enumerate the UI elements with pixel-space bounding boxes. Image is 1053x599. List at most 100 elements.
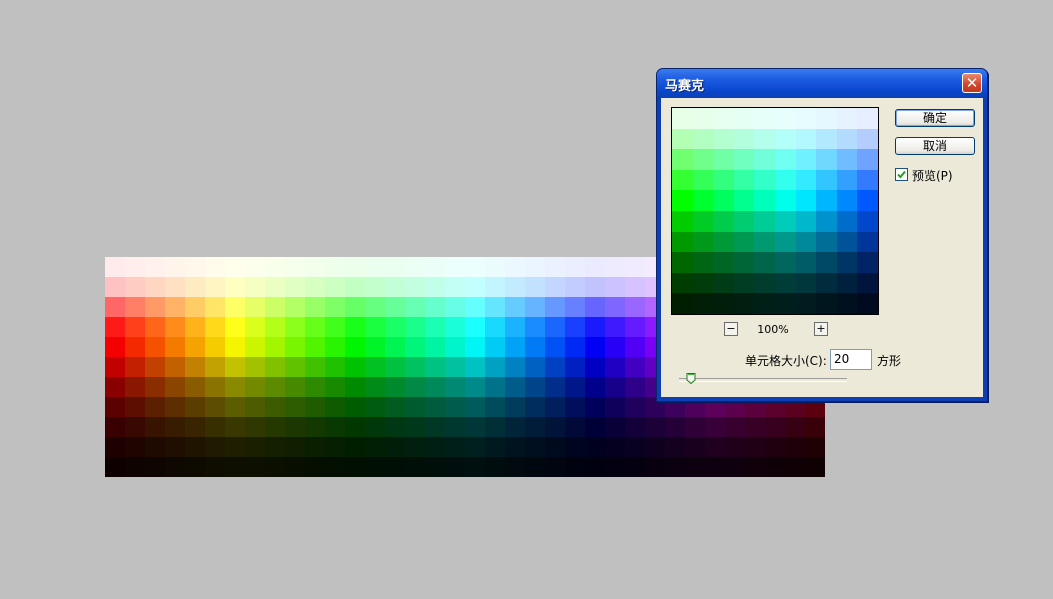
mosaic-cell <box>365 317 385 337</box>
mosaic-cell <box>785 417 805 437</box>
mosaic-cell <box>205 417 225 437</box>
mosaic-cell <box>685 457 705 477</box>
cell-size-input[interactable]: 20 <box>830 349 872 370</box>
mosaic-cell <box>465 357 485 377</box>
preview-cell <box>775 108 796 129</box>
preview-cell <box>733 128 755 150</box>
preview-cell <box>672 252 693 273</box>
preview-cell <box>754 169 775 191</box>
mosaic-cell <box>385 257 405 277</box>
mosaic-cell <box>385 317 405 337</box>
preview-cell <box>692 211 714 232</box>
preview-label: 预览(P) <box>912 169 953 183</box>
mosaic-cell <box>485 377 505 397</box>
mosaic-cell <box>745 417 765 437</box>
mosaic-cell <box>245 357 265 377</box>
mosaic-cell <box>645 437 665 457</box>
check-icon <box>897 170 906 179</box>
mosaic-cell <box>405 397 425 417</box>
preview-cell <box>754 149 775 170</box>
mosaic-cell <box>625 417 645 437</box>
mosaic-cell <box>445 297 465 317</box>
zoom-out-button[interactable]: − <box>724 322 738 336</box>
mosaic-cell <box>425 357 445 377</box>
mosaic-cell <box>405 277 425 297</box>
mosaic-cell <box>585 457 605 477</box>
slider-thumb-icon[interactable] <box>686 373 696 384</box>
mosaic-cell <box>585 317 605 337</box>
mosaic-cell <box>565 277 585 297</box>
preview-pane[interactable] <box>671 107 879 315</box>
mosaic-cell <box>405 297 425 317</box>
mosaic-cell <box>285 257 305 277</box>
preview-cell <box>692 293 714 314</box>
zoom-in-button[interactable]: + <box>814 322 828 336</box>
mosaic-cell <box>285 417 305 437</box>
zoom-level: 100% <box>757 323 789 336</box>
mosaic-cell <box>625 277 645 297</box>
mosaic-cell <box>105 377 125 397</box>
mosaic-cell <box>225 417 245 437</box>
mosaic-cell <box>305 257 325 277</box>
mosaic-cell <box>225 337 245 357</box>
mosaic-cell <box>625 297 645 317</box>
mosaic-cell <box>125 457 145 477</box>
preview-cell <box>795 169 817 191</box>
preview-cell <box>692 190 714 211</box>
preview-cell <box>795 231 817 253</box>
preview-cell <box>857 128 878 150</box>
cancel-button[interactable]: 取消 <box>895 137 975 155</box>
mosaic-cell <box>525 417 545 437</box>
mosaic-cell <box>205 377 225 397</box>
mosaic-cell <box>645 457 665 477</box>
mosaic-cell <box>325 397 345 417</box>
mosaic-cell <box>145 277 165 297</box>
mosaic-cell <box>345 277 365 297</box>
preview-cell <box>713 293 734 314</box>
mosaic-cell <box>145 297 165 317</box>
mosaic-cell <box>525 297 545 317</box>
preview-cell <box>857 252 878 273</box>
mosaic-cell <box>465 257 485 277</box>
mosaic-cell <box>145 397 165 417</box>
mosaic-cell <box>165 277 185 297</box>
mosaic-cell <box>505 257 525 277</box>
mosaic-cell <box>585 397 605 417</box>
ok-button[interactable]: 确定 <box>895 109 975 127</box>
preview-cell <box>795 190 817 211</box>
mosaic-cell <box>505 417 525 437</box>
mosaic-cell <box>105 397 125 417</box>
mosaic-dialog: 马赛克 ✕ − 100% + 确定 取消 预览(P) 单元格大小(C): 20 … <box>656 68 988 402</box>
mosaic-cell <box>185 297 205 317</box>
preview-cell <box>775 190 796 211</box>
mosaic-cell <box>125 317 145 337</box>
mosaic-cell <box>765 437 785 457</box>
cell-size-slider[interactable] <box>679 378 847 382</box>
preview-cell <box>836 169 858 191</box>
close-button[interactable]: ✕ <box>962 73 982 93</box>
mosaic-cell <box>485 277 505 297</box>
mosaic-cell <box>285 437 305 457</box>
preview-cell <box>713 190 734 211</box>
mosaic-cell <box>105 417 125 437</box>
mosaic-cell <box>105 437 125 457</box>
mosaic-cell <box>345 317 365 337</box>
title-bar[interactable]: 马赛克 ✕ <box>657 69 987 98</box>
preview-cell <box>795 149 817 170</box>
preview-cell <box>836 252 858 273</box>
mosaic-cell <box>305 297 325 317</box>
mosaic-cell <box>705 417 725 437</box>
mosaic-cell <box>225 257 245 277</box>
mosaic-cell <box>705 457 725 477</box>
preview-cell <box>713 149 734 170</box>
mosaic-cell <box>325 257 345 277</box>
mosaic-cell <box>225 357 245 377</box>
preview-checkbox[interactable] <box>895 168 908 181</box>
mosaic-cell <box>325 457 345 477</box>
mosaic-cell <box>185 337 205 357</box>
mosaic-cell <box>485 357 505 377</box>
mosaic-cell <box>385 357 405 377</box>
mosaic-cell <box>205 397 225 417</box>
mosaic-cell <box>365 437 385 457</box>
preview-cell <box>692 169 714 191</box>
